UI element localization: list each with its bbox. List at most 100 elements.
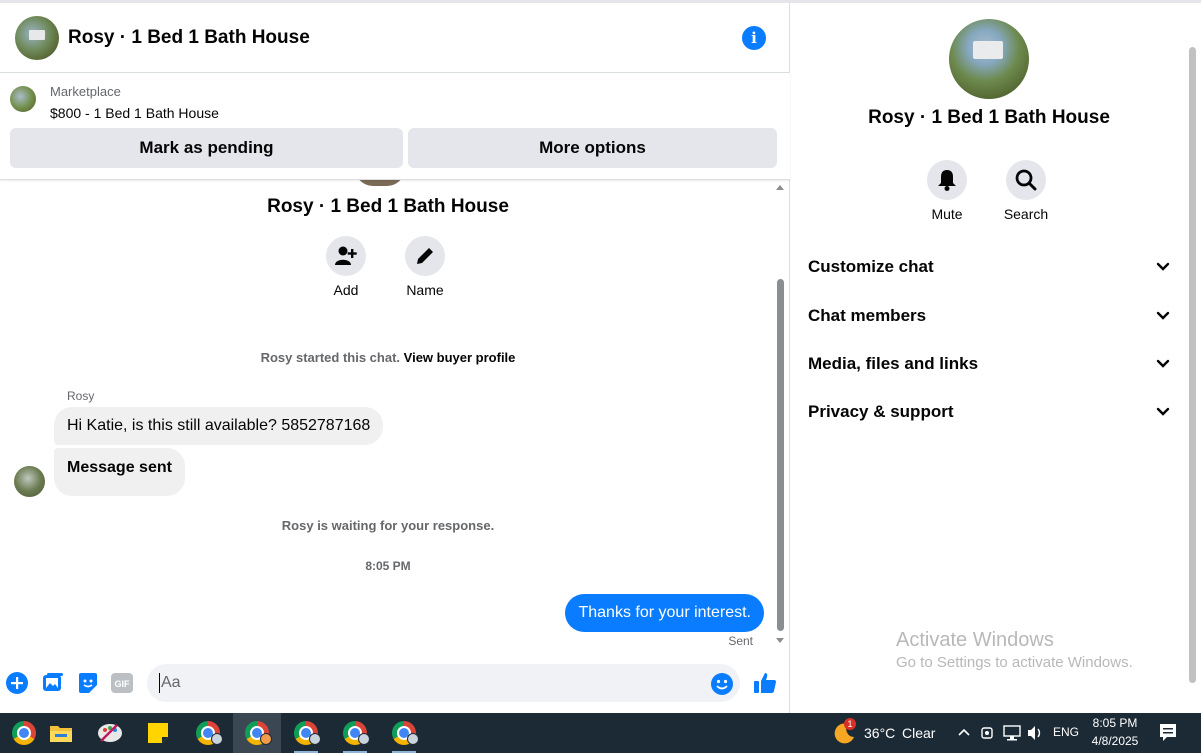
meet-now-icon[interactable] — [980, 724, 994, 742]
marketplace-label: Marketplace — [50, 84, 121, 99]
folder-icon — [50, 726, 72, 742]
windows-taskbar: 1 36°C Clear ENG 8:05 PM 4/8/2025 — [0, 713, 1201, 753]
section-customize-chat[interactable]: Customize chat — [808, 247, 1170, 287]
sticker-icon[interactable] — [76, 671, 100, 695]
mute-label: Mute — [931, 206, 963, 222]
taskbar-paint-app[interactable] — [86, 713, 134, 753]
section-label: Chat members — [808, 306, 927, 325]
sender-avatar[interactable] — [14, 466, 45, 497]
more-options-button[interactable]: More options — [408, 128, 777, 168]
profile-badge-icon — [309, 733, 321, 745]
profile-badge-icon — [211, 733, 223, 745]
network-icon[interactable] — [1003, 724, 1021, 742]
notification-center-icon[interactable] — [1159, 723, 1177, 743]
sent-status: Sent — [728, 634, 753, 648]
details-title: Rosy · 1 Bed 1 Bath House — [868, 107, 1110, 128]
scroll-up-arrow-icon[interactable] — [776, 185, 784, 190]
weather-condition[interactable]: Clear — [902, 725, 935, 741]
clock-time[interactable]: 8:05 PM — [1086, 716, 1144, 730]
taskbar-chrome-profile-3[interactable] — [282, 713, 330, 753]
volume-icon[interactable] — [1026, 724, 1044, 742]
pencil-icon — [417, 248, 433, 264]
chevron-up-icon[interactable] — [957, 727, 971, 737]
search-label: Search — [1003, 206, 1049, 222]
chat-started-text: Rosy started this chat. — [260, 350, 401, 365]
thumbs-up-icon[interactable] — [753, 671, 777, 695]
weather-moon-icon[interactable]: 1 — [832, 718, 856, 745]
page-scrollbar[interactable] — [1187, 3, 1201, 713]
message-timestamp: 8:05 PM — [365, 559, 411, 573]
profile-badge-icon — [358, 733, 370, 745]
photo-icon[interactable] — [41, 671, 65, 695]
gif-label: GIF — [115, 679, 131, 689]
taskbar-chrome-profile-5[interactable] — [380, 713, 428, 753]
chat-avatar[interactable] — [15, 15, 59, 60]
marketplace-banner: Marketplace $800 - 1 Bed 1 Bath House Ma… — [0, 73, 790, 180]
language-indicator[interactable]: ENG — [1053, 725, 1079, 739]
chevron-down-icon — [1156, 359, 1170, 368]
search-icon — [1015, 169, 1037, 191]
listing-thumbnail[interactable] — [10, 86, 36, 112]
waiting-notice: Rosy is waiting for your response. — [281, 518, 495, 533]
section-privacy-support[interactable]: Privacy & support — [808, 392, 1170, 432]
chat-header: Rosy · 1 Bed 1 Bath House i — [0, 3, 790, 73]
incoming-message[interactable]: Message sent — [54, 448, 185, 496]
taskbar-chrome-profile-2[interactable] — [233, 713, 281, 753]
chat-started-notice: Rosy started this chat. View buyer profi… — [0, 350, 776, 365]
profile-badge-icon — [260, 733, 272, 745]
conversation-pane: Rosy · 1 Bed 1 Bath House i Marketplace … — [0, 3, 790, 713]
profile-badge-icon — [407, 733, 419, 745]
incoming-message[interactable]: Hi Katie, is this still available? 58527… — [54, 407, 384, 445]
message-placeholder: Aa — [161, 674, 181, 691]
scrollbar-thumb[interactable] — [777, 279, 784, 631]
section-label: Media, files and links — [808, 354, 979, 373]
paint-palette-icon — [98, 724, 122, 742]
taskbar-file-explorer[interactable] — [37, 713, 85, 753]
info-icon[interactable]: i — [742, 26, 766, 50]
message-thread: Rosy · 1 Bed 1 Bath House Add Name Rosy … — [0, 180, 776, 658]
add-people-button[interactable] — [326, 236, 366, 276]
outgoing-message[interactable]: Thanks for your interest. — [565, 594, 764, 632]
chrome-icon — [12, 721, 36, 745]
chevron-down-icon — [1156, 407, 1170, 416]
plus-icon[interactable] — [5, 671, 29, 695]
activate-windows-subtitle: Go to Settings to activate Windows. — [896, 654, 1133, 671]
chevron-down-icon — [1156, 311, 1170, 320]
clock-date[interactable]: 4/8/2025 — [1086, 734, 1144, 748]
message-input[interactable]: Aa — [147, 664, 740, 702]
emoji-icon[interactable] — [710, 672, 734, 696]
chat-details-pane: Rosy · 1 Bed 1 Bath House Mute Search Cu… — [791, 3, 1187, 713]
gif-icon[interactable]: GIF — [110, 671, 134, 695]
add-person-icon — [335, 246, 357, 265]
section-label: Customize chat — [808, 257, 934, 276]
section-chat-members[interactable]: Chat members — [808, 296, 1170, 336]
sticky-notes-icon — [148, 723, 168, 743]
mute-button[interactable] — [927, 160, 967, 200]
sender-name: Rosy — [67, 389, 95, 403]
thread-title: Rosy · 1 Bed 1 Bath House — [267, 196, 509, 217]
scroll-down-arrow-icon[interactable] — [776, 638, 784, 643]
section-media-files-links[interactable]: Media, files and links — [808, 344, 1170, 384]
profile-avatar[interactable] — [949, 19, 1029, 99]
name-label: Name — [406, 282, 444, 298]
weather-notification-badge: 1 — [844, 718, 856, 730]
chevron-down-icon — [1156, 262, 1170, 271]
listing-title[interactable]: $800 - 1 Bed 1 Bath House — [50, 105, 219, 121]
message-composer: GIF Aa — [0, 657, 790, 713]
edit-name-button[interactable] — [405, 236, 445, 276]
page-scrollbar-thumb[interactable] — [1189, 47, 1196, 683]
mark-as-pending-button[interactable]: Mark as pending — [10, 128, 403, 168]
thread-scrollbar[interactable] — [776, 183, 785, 649]
messenger-window: Rosy · 1 Bed 1 Bath House i Marketplace … — [0, 0, 1201, 713]
taskbar-chrome-profile-1[interactable] — [184, 713, 232, 753]
thread-avatar — [355, 180, 405, 186]
weather-temperature[interactable]: 36°C — [864, 725, 895, 741]
taskbar-chrome-profile-4[interactable] — [331, 713, 379, 753]
taskbar-sticky-notes[interactable] — [134, 713, 182, 753]
chat-title[interactable]: Rosy · 1 Bed 1 Bath House — [68, 27, 310, 49]
activate-windows-title: Activate Windows — [896, 629, 1054, 651]
section-label: Privacy & support — [808, 402, 954, 421]
view-buyer-profile-link[interactable]: View buyer profile — [404, 350, 516, 365]
search-button[interactable] — [1006, 160, 1046, 200]
text-caret — [159, 673, 160, 693]
